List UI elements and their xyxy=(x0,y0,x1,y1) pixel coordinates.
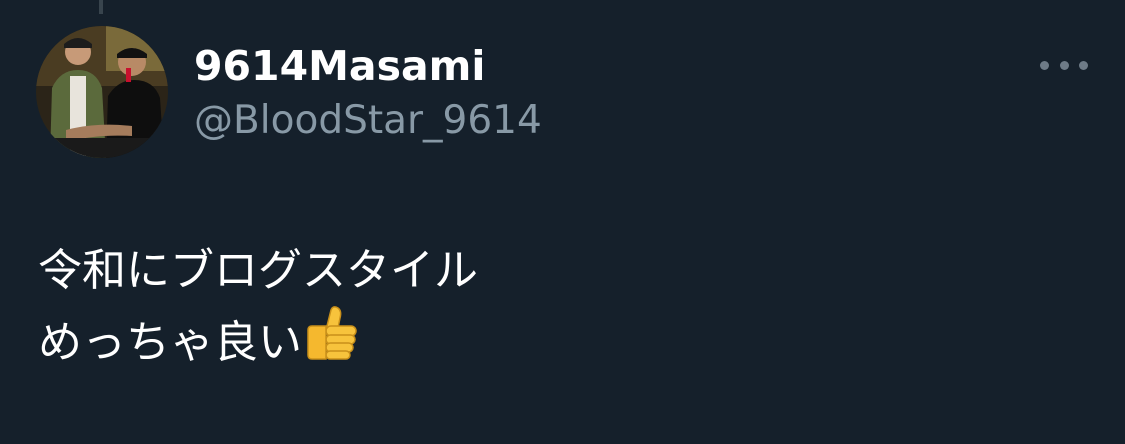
tweet-text-line: めっちゃ良い xyxy=(38,304,1078,381)
thumbs-up-icon xyxy=(304,304,362,381)
thread-line xyxy=(99,0,103,14)
more-horizontal-icon[interactable] xyxy=(1036,48,1092,82)
tweet-text: 令和にブログスタイル めっちゃ良い xyxy=(38,238,1078,381)
more-dot xyxy=(1040,60,1049,70)
display-name[interactable]: 9614Masami xyxy=(194,40,485,92)
tweet: 9614Masami @BloodStar_9614 令和にブログスタイル めっ… xyxy=(0,0,1125,444)
avatar[interactable] xyxy=(36,26,168,158)
more-dot xyxy=(1059,60,1069,70)
tweet-text-line: 令和にブログスタイル xyxy=(38,238,1078,304)
handle[interactable]: @BloodStar_9614 xyxy=(194,96,542,146)
more-dot xyxy=(1079,60,1088,70)
tweet-text-line-2: めっちゃ良い xyxy=(38,316,302,368)
tweet-text-line-1: 令和にブログスタイル xyxy=(38,245,478,296)
